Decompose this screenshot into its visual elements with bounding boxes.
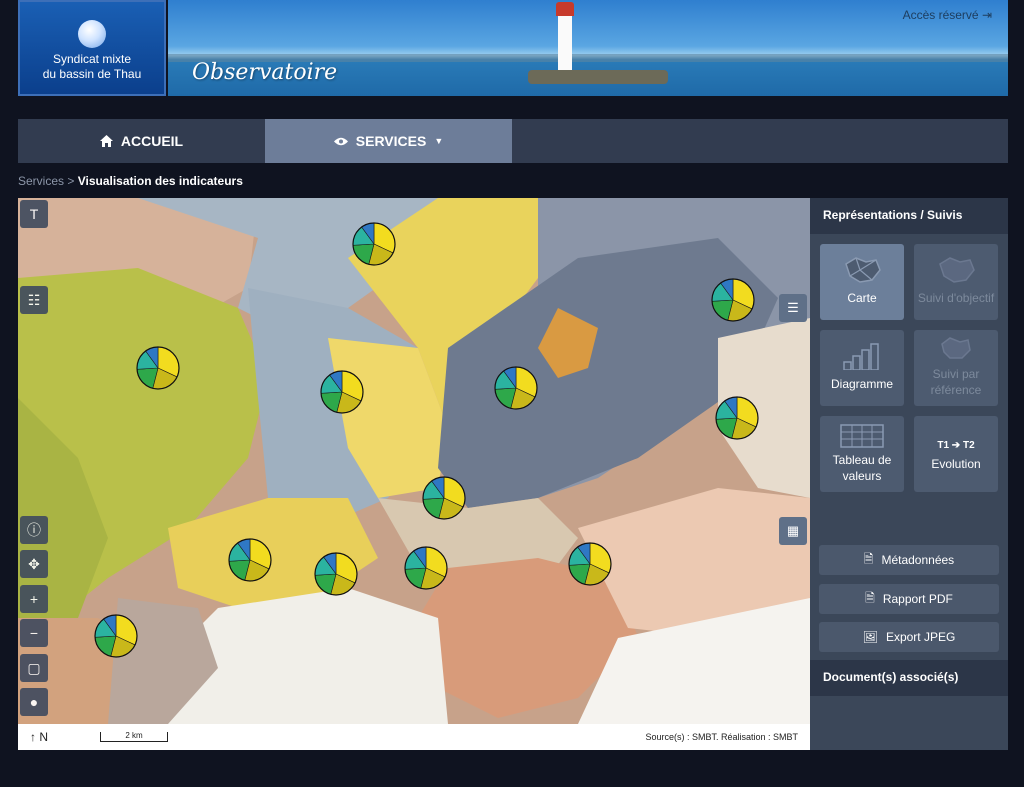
nav-accueil[interactable]: ACCUEIL: [18, 119, 265, 163]
banner-title: Observatoire: [192, 60, 338, 85]
calendar-button[interactable]: ▦: [779, 517, 807, 545]
rapport-pdf-button[interactable]: 🗎 Rapport PDF: [819, 584, 999, 614]
rapport-pdf-label: Rapport PDF: [882, 592, 953, 606]
breadcrumb-services[interactable]: Services: [18, 174, 64, 188]
tile-suivi-objectif: Suivi d'objectif: [914, 244, 998, 320]
tile-carte-label: Carte: [847, 291, 877, 305]
map-region-disabled-icon: [941, 337, 971, 359]
plus-icon: +: [29, 591, 39, 607]
logo-line-1: Syndicat mixte: [52, 52, 132, 66]
image-icon: 🖼: [862, 630, 878, 644]
indicator-pie-marker[interactable]: [404, 546, 448, 590]
indicator-pies-layer: [94, 222, 759, 658]
smbt-logo[interactable]: Syndicat mixte du bassin de Thau: [18, 0, 166, 96]
minus-icon: −: [29, 625, 39, 641]
indicator-pie-marker[interactable]: [422, 476, 466, 520]
metadonnees-button[interactable]: 🗎 Métadonnées: [819, 545, 999, 575]
map-footer: ↑ N 2 km Source(s) : SMBT. Réalisation :…: [18, 724, 810, 750]
table-icon: [840, 424, 884, 448]
nav-accueil-label: ACCUEIL: [120, 133, 184, 149]
indicator-pie-marker[interactable]: [94, 614, 138, 658]
indicator-pie-marker[interactable]: [136, 346, 180, 390]
indicator-pie-marker[interactable]: [568, 542, 612, 586]
home-icon: [99, 135, 113, 147]
tile-suivi-objectif-label: Suivi d'objectif: [917, 291, 995, 305]
map-view[interactable]: T ☷ ⓘ ✥ + − ▢ ● ☰ ▦ ↑ N 2 km Source(s) :…: [18, 198, 810, 750]
logo-orb-icon: [78, 20, 106, 48]
documents-associes-header[interactable]: Document(s) associé(s): [810, 660, 1008, 696]
layer-tree-button[interactable]: ☷: [20, 286, 48, 314]
bar-chart-icon: [843, 343, 879, 370]
acces-reserve-link[interactable]: Accès réservé ⇥: [903, 8, 992, 22]
indicator-pie-marker[interactable]: [711, 278, 755, 322]
lighthouse-cap: [556, 2, 574, 16]
list-icon: ☰: [787, 300, 799, 315]
tile-tableau-label: Tableau de valeurs: [832, 453, 892, 483]
tile-diagramme[interactable]: Diagramme: [820, 330, 904, 406]
map-region-disabled-icon: [939, 257, 975, 283]
text-tool-button[interactable]: T: [20, 200, 48, 228]
indicator-pie-marker[interactable]: [352, 222, 396, 266]
main-nav: ACCUEIL SERVICES ▼: [18, 119, 1008, 163]
export-jpeg-button[interactable]: 🖼 Export JPEG: [819, 622, 999, 652]
tile-tableau[interactable]: Tableau de valeurs: [820, 416, 904, 492]
indicator-pie-marker[interactable]: [314, 552, 358, 596]
tile-suivi-reference-label: Suivi par référence: [930, 367, 982, 397]
logo-line-2: du bassin de Thau: [42, 67, 142, 81]
nav-services-label: SERVICES: [355, 133, 427, 149]
full-extent-button[interactable]: ●: [20, 688, 48, 716]
arrow-up-icon: ↑: [30, 730, 36, 744]
calendar-icon: ▦: [786, 523, 800, 538]
tile-diagramme-label: Diagramme: [830, 377, 893, 391]
tree-icon: ☷: [27, 291, 41, 308]
indicator-pie-marker[interactable]: [494, 366, 538, 410]
nav-services[interactable]: SERVICES ▼: [265, 119, 512, 163]
tile-suivi-reference: Suivi par référence: [914, 330, 998, 406]
site-header: Syndicat mixte du bassin de Thau Observa…: [18, 0, 1008, 96]
export-jpeg-label: Export JPEG: [885, 630, 956, 644]
metadonnees-label: Métadonnées: [881, 553, 955, 567]
breadcrumb-separator: >: [67, 174, 75, 188]
breadcrumb: Services > Visualisation des indicateurs: [18, 174, 243, 188]
zoom-in-button[interactable]: +: [20, 585, 48, 613]
legend-button[interactable]: ☰: [779, 294, 807, 322]
header-banner: Observatoire Accès réservé ⇥: [168, 0, 1008, 96]
tile-evolution-label: Evolution: [931, 457, 981, 471]
globe-icon: ●: [29, 694, 39, 710]
map-source: Source(s) : SMBT. Réalisation : SMBT: [645, 732, 798, 742]
acces-reserve-label: Accès réservé: [902, 8, 979, 22]
indicator-pie-marker[interactable]: [228, 538, 272, 582]
tile-carte[interactable]: Carte: [820, 244, 904, 320]
representations-panel: Représentations / Suivis Carte Suivi d'o…: [810, 198, 1008, 750]
banner-jetty: [528, 70, 668, 84]
zoom-out-button[interactable]: −: [20, 619, 48, 647]
info-button[interactable]: ⓘ: [20, 516, 48, 544]
scale-bar: 2 km: [100, 732, 168, 742]
eye-icon: [333, 137, 348, 145]
info-icon: ⓘ: [27, 522, 41, 538]
breadcrumb-current: Visualisation des indicateurs: [77, 174, 243, 188]
t1-t2-icon: T1 ➔ T2: [937, 440, 975, 451]
pan-button[interactable]: ✥: [20, 550, 48, 578]
chevron-down-icon: ▼: [434, 136, 444, 146]
document-icon: 🗎: [863, 551, 874, 566]
pdf-icon: 🗎: [865, 590, 875, 605]
indicator-pie-marker[interactable]: [320, 370, 364, 414]
panel-title: Représentations / Suivis: [810, 198, 1008, 234]
move-icon: ✥: [28, 555, 40, 572]
north-label: N: [39, 730, 49, 744]
indicator-pie-marker[interactable]: [715, 396, 759, 440]
zoom-box-button[interactable]: ▢: [20, 654, 48, 682]
map-region-icon: [845, 257, 881, 283]
tile-evolution[interactable]: T1 ➔ T2 Evolution: [914, 416, 998, 492]
north-arrow: ↑ N: [30, 730, 48, 744]
square-icon: ▢: [27, 659, 41, 676]
sign-in-icon: ⇥: [981, 8, 992, 22]
text-icon: T: [29, 206, 39, 222]
lighthouse-icon: [556, 2, 574, 70]
